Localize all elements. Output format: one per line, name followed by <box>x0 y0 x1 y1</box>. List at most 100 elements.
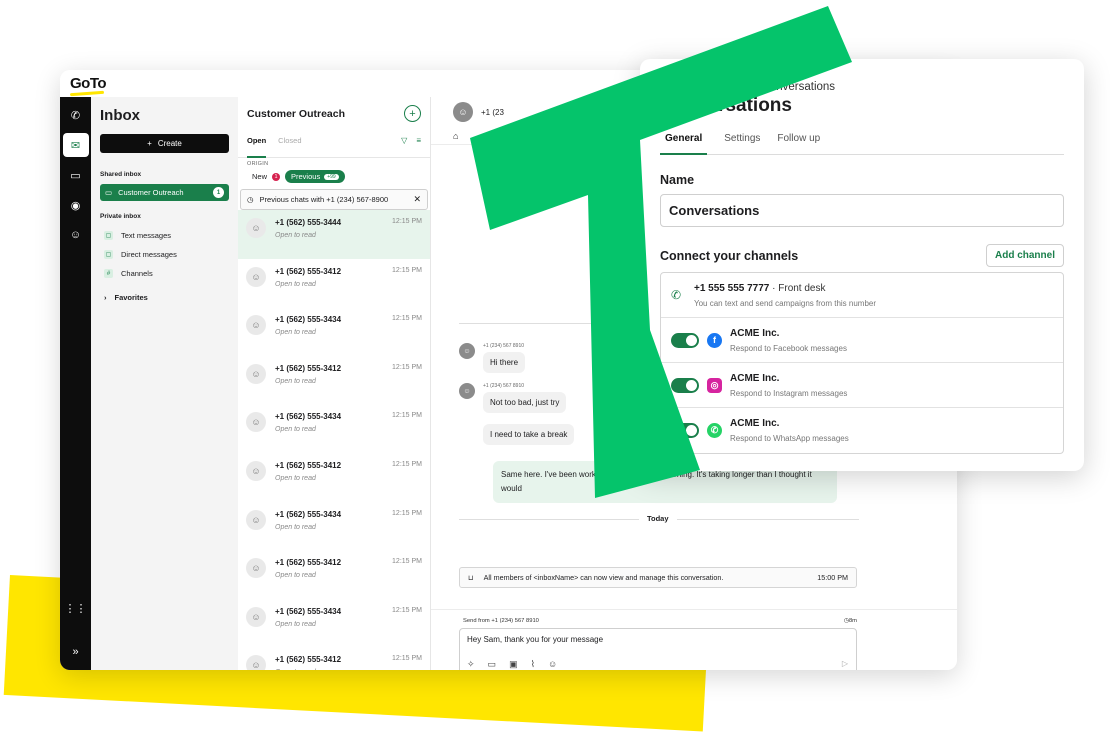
sidebar-item-label: Customer Outreach <box>118 188 184 197</box>
conversation-number: +1 (562) 555-3434 <box>275 606 342 616</box>
channel-row-whatsapp: ✆ ACME Inc. Respond to WhatsApp messages <box>661 408 1063 453</box>
message-meta: +1 (234) 567 8910 <box>483 383 525 389</box>
list-item[interactable]: ☺ +1 (562) 555-3444 Open to read 12:15 PM <box>238 210 430 259</box>
contact-avatar: ☺ <box>246 315 266 336</box>
message-input-text: Hey Sam, thank you for your message <box>467 635 604 644</box>
conversation-number: +1 (562) 555-3444 <box>275 218 342 227</box>
breadcrumb-shared-inboxes[interactable]: Shared inboxes <box>660 81 740 93</box>
sidebar-item-text-messages[interactable]: ▢ Text messages <box>100 226 229 245</box>
tab-open[interactable]: Open <box>247 136 267 158</box>
conversation-number: +1 (562) 555-3412 <box>275 558 342 568</box>
sender-avatar: ☺ <box>459 343 475 359</box>
message-in: ☺ +1 (234) 567 8910 Not too bad, just tr… <box>459 383 567 413</box>
contacts-icon[interactable]: ☺ <box>63 223 89 247</box>
list-item[interactable]: ☺ +1 (562) 555-3434 Open to read 12:15 PM <box>238 404 430 453</box>
video-icon[interactable]: ▭ <box>63 163 89 187</box>
chat-header-number: +1 (23 <box>481 107 504 117</box>
hash-icon: # <box>104 269 113 278</box>
filter-icon[interactable]: ▽ <box>401 136 407 157</box>
magic-wand-icon[interactable]: ✧ <box>467 659 475 670</box>
channel-sub: Respond to WhatsApp messages <box>730 434 849 443</box>
plus-icon: + <box>147 139 152 148</box>
inbox-icon[interactable]: ✉ <box>62 133 89 157</box>
name-field[interactable]: Conversations <box>660 194 1064 227</box>
instagram-icon: ◎ <box>707 377 722 393</box>
list-item[interactable]: ☺ +1 (562) 555-3434 Open to read 12:15 PM <box>238 307 430 356</box>
favorites-label: Favorites <box>114 293 148 302</box>
conversation-time: 12:15 PM <box>392 218 422 225</box>
chip-previous[interactable]: Previous +99 <box>285 170 345 183</box>
phone-title: +1 555 555 7777 · Front desk <box>694 283 876 294</box>
list-item[interactable]: ☺ +1 (562) 555-3412 Open to read 12:15 PM <box>238 550 430 599</box>
channel-list: ✆ +1 555 555 7777 · Front desk You can t… <box>660 272 1064 454</box>
send-from-label[interactable]: Send from +1 (234) 567 8910 <box>463 618 539 624</box>
conversation-number: +1 (562) 555-3434 <box>275 315 342 325</box>
composer: Send from +1 (234) 567 8910 ◷8m Hey Sam,… <box>431 609 957 670</box>
emoji-icon[interactable]: ☺ <box>548 659 557 670</box>
sidebar-item-customer-outreach[interactable]: ▭ Customer Outreach 1 <box>100 184 229 201</box>
list-item[interactable]: ☺ +1 (562) 555-3412 Open to read 12:15 PM <box>238 453 430 502</box>
favorites-toggle[interactable]: › Favorites <box>100 293 229 302</box>
breadcrumb: Shared inboxes / Conversations <box>660 81 1064 93</box>
channel-toggle[interactable] <box>671 377 699 393</box>
channels-header: Connect your channels Add channel <box>660 244 1064 267</box>
conversation-time: 12:15 PM <box>392 363 422 371</box>
add-channel-button[interactable]: Add channel <box>985 244 1064 267</box>
conversation-time: 12:15 PM <box>392 460 422 468</box>
contact-avatar: ☺ <box>246 460 266 481</box>
sort-icon[interactable]: ≡ <box>416 136 421 157</box>
conversation-items: ☺ +1 (562) 555-3444 Open to read 12:15 PM ☺ +… <box>238 210 430 670</box>
facebook-icon: f <box>707 332 722 348</box>
list-item[interactable]: ☺ +1 (562) 555-3434 Open to read 12:15 PM <box>238 502 430 551</box>
contact-avatar: ☺ <box>246 266 266 287</box>
phone-icon[interactable]: ✆ <box>63 103 89 127</box>
expand-icon[interactable]: » <box>63 640 89 664</box>
phone-number: +1 555 555 7777 <box>694 282 770 294</box>
sender-avatar: ☺ <box>459 383 475 399</box>
list-title: Customer Outreach <box>247 107 346 120</box>
settings-tabs: General Settings Follow up <box>660 133 1064 155</box>
send-icon[interactable]: ▷ <box>842 659 848 668</box>
conversation-status: Open to read <box>275 620 316 628</box>
tab-general[interactable]: General <box>660 133 708 155</box>
list-item[interactable]: ☺ +1 (562) 555-3412 Open to read 12:15 PM <box>238 356 430 405</box>
channel-toggle[interactable] <box>671 423 699 438</box>
origin-label: ORIGIN <box>247 161 269 167</box>
tab-follow-up[interactable]: Follow up <box>777 133 820 154</box>
broadcast-icon[interactable]: ◉ <box>63 193 89 217</box>
chip-new[interactable]: New <box>252 172 267 181</box>
conversation-number: +1 (562) 555-3412 <box>275 363 342 373</box>
tab-closed[interactable]: Closed <box>278 136 301 157</box>
sidebar-item-label: Channels <box>121 269 153 278</box>
close-icon[interactable]: ✕ <box>413 194 421 205</box>
apps-grid-icon[interactable]: ⋮⋮ <box>63 596 89 620</box>
new-conversation-button[interactable]: + <box>404 105 421 122</box>
inbox-sidebar: Inbox + Create Shared inbox ▭ Customer O… <box>91 97 238 670</box>
chat-bubble-icon: ▢ <box>104 231 113 240</box>
channel-name: ACME Inc. <box>730 327 780 339</box>
channel-toggle[interactable] <box>671 332 699 348</box>
tab-settings[interactable]: Settings <box>724 133 760 154</box>
breadcrumb-separator: / <box>749 81 753 93</box>
list-tabs: Open Closed ▽ ≡ <box>238 122 430 158</box>
previous-chats-banner[interactable]: ◷ Previous chats with +1 (234) 567-8900 … <box>240 189 428 210</box>
contact-avatar: ☺ <box>246 606 266 627</box>
channel-row-phone[interactable]: ✆ +1 555 555 7777 · Front desk You can t… <box>661 273 1063 318</box>
attachment-icon[interactable]: ⌇ <box>531 659 535 670</box>
create-button[interactable]: + Create <box>100 134 229 153</box>
tag-icon[interactable]: ⌂ <box>453 131 458 141</box>
quick-reply-icon[interactable]: ▣ <box>509 659 518 670</box>
conversation-time: 12:15 PM <box>392 606 422 614</box>
conversation-status: Open to read <box>275 426 316 434</box>
message-in: ☺ +1 (234) 567 8910 Hi there <box>459 343 526 373</box>
conversation-status: Open to read <box>275 474 316 482</box>
list-item[interactable]: ☺ +1 (562) 555-3412 Open to read 12:15 PM <box>238 647 430 670</box>
list-item[interactable]: ☺ +1 (562) 555-3434 Open to read 12:15 PM <box>238 599 430 648</box>
conversation-time: 12:15 PM <box>392 558 422 566</box>
list-item[interactable]: ☺ +1 (562) 555-3412 Open to read 12:15 PM <box>238 259 430 308</box>
template-icon[interactable]: ▭ <box>488 659 497 670</box>
message-input[interactable]: Hey Sam, thank you for your message ✧ ▭ … <box>459 628 857 670</box>
channels-label: Connect your channels <box>660 248 799 263</box>
sidebar-item-channels[interactable]: # Channels <box>100 264 229 283</box>
sidebar-item-direct-messages[interactable]: ▢ Direct messages <box>100 245 229 264</box>
